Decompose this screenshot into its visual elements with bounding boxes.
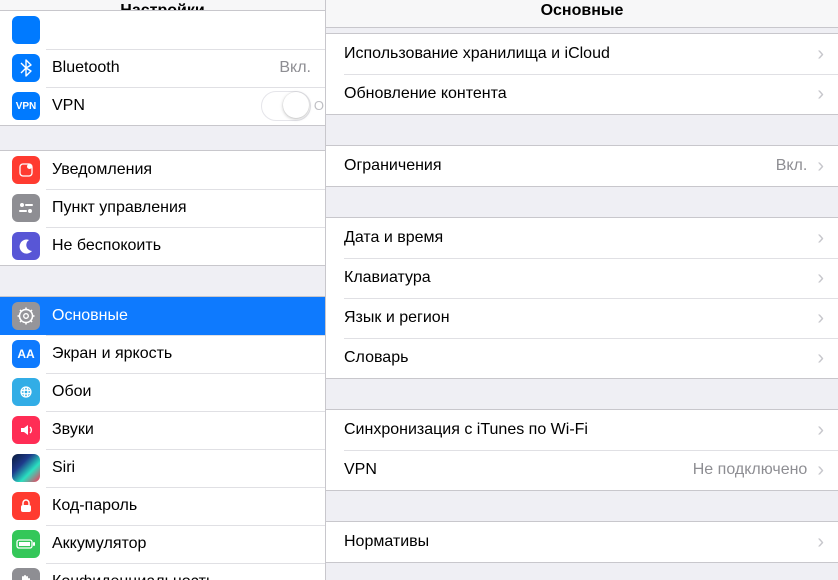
detail-item-label: Ограничения <box>344 157 768 175</box>
sidebar-item-bluetooth[interactable]: Bluetooth Вкл. <box>0 49 325 87</box>
chevron-right-icon: › <box>817 348 824 368</box>
chevron-right-icon: › <box>817 84 824 104</box>
detail-list[interactable]: Использование хранилища и iCloud › Обнов… <box>326 28 838 580</box>
detail-item-dictionary[interactable]: Словарь › <box>326 338 838 378</box>
bluetooth-icon <box>12 54 40 82</box>
sidebar-item-battery[interactable]: Аккумулятор <box>0 525 325 563</box>
sidebar-item-label: Не беспокоить <box>52 237 311 255</box>
detail-item-regulatory[interactable]: Нормативы › <box>326 522 838 562</box>
chevron-right-icon: › <box>817 44 824 64</box>
wifi-icon <box>12 16 40 44</box>
chevron-right-icon: › <box>817 420 824 440</box>
sidebar-item-label: Обои <box>52 383 311 401</box>
lock-icon <box>12 492 40 520</box>
sidebar-item-siri[interactable]: Siri <box>0 449 325 487</box>
detail-item-itunes-sync[interactable]: Синхронизация с iTunes по Wi-Fi › <box>326 410 838 450</box>
chevron-right-icon: › <box>817 228 824 248</box>
moon-icon <box>12 232 40 260</box>
sidebar-item-dnd[interactable]: Не беспокоить <box>0 227 325 265</box>
detail-item-vpn[interactable]: VPN Не подключено › <box>326 450 838 490</box>
detail-item-label: Дата и время <box>344 229 807 247</box>
siri-icon <box>12 454 40 482</box>
sidebar-item-wallpaper[interactable]: Обои <box>0 373 325 411</box>
chevron-right-icon: › <box>817 268 824 288</box>
sidebar-item-label: Экран и яркость <box>52 345 311 363</box>
sidebar-item-general[interactable]: Основные <box>0 297 325 335</box>
sidebar-item-label: Основные <box>52 307 311 325</box>
sidebar-item-value: Вкл. <box>279 59 311 77</box>
sidebar-list[interactable]: Bluetooth Вкл. VPN VPN Уведомления <box>0 10 325 580</box>
battery-icon <box>12 530 40 558</box>
chevron-right-icon: › <box>817 308 824 328</box>
sidebar-item-notifications[interactable]: Уведомления <box>0 151 325 189</box>
detail-panel: Основные Использование хранилища и iClou… <box>326 0 838 580</box>
sidebar-item-label: Код-пароль <box>52 497 311 515</box>
detail-item-label: VPN <box>344 461 685 479</box>
sidebar-item-label: Пункт управления <box>52 199 311 217</box>
detail-item-label: Словарь <box>344 349 807 367</box>
detail-item-label: Язык и регион <box>344 309 807 327</box>
detail-item-label: Обновление контента <box>344 85 807 103</box>
control-center-icon <box>12 194 40 222</box>
sidebar-item-control-center[interactable]: Пункт управления <box>0 189 325 227</box>
wallpaper-icon <box>12 378 40 406</box>
vpn-toggle[interactable] <box>261 91 311 121</box>
sidebar-item-label: Siri <box>52 459 311 477</box>
chevron-right-icon: › <box>817 532 824 552</box>
detail-item-label: Клавиатура <box>344 269 807 287</box>
sidebar-item-sounds[interactable]: Звуки <box>0 411 325 449</box>
chevron-right-icon: › <box>817 460 824 480</box>
chevron-right-icon: › <box>817 156 824 176</box>
detail-item-label: Нормативы <box>344 533 807 551</box>
sidebar-item-label: Звуки <box>52 421 311 439</box>
detail-item-language[interactable]: Язык и регион › <box>326 298 838 338</box>
sidebar-item-label: Уведомления <box>52 161 311 179</box>
gear-icon <box>12 302 40 330</box>
sidebar-item-label: Аккумулятор <box>52 535 311 553</box>
detail-item-value: Не подключено <box>693 461 808 479</box>
detail-item-label: Синхронизация с iTunes по Wi-Fi <box>344 421 807 439</box>
sidebar-item-vpn[interactable]: VPN VPN <box>0 87 325 125</box>
detail-item-restrictions[interactable]: Ограничения Вкл. › <box>326 146 838 186</box>
detail-item-keyboard[interactable]: Клавиатура › <box>326 258 838 298</box>
detail-item-refresh[interactable]: Обновление контента › <box>326 74 838 114</box>
sidebar-item-display[interactable]: AA Экран и яркость <box>0 335 325 373</box>
sidebar-item-privacy[interactable]: Конфиденциальность <box>0 563 325 580</box>
display-icon: AA <box>12 340 40 368</box>
notifications-icon <box>12 156 40 184</box>
sidebar-item-label: VPN <box>52 97 261 115</box>
vpn-icon: VPN <box>12 92 40 120</box>
privacy-icon <box>12 568 40 580</box>
sounds-icon <box>12 416 40 444</box>
detail-title: Основные <box>326 0 838 28</box>
sidebar-item-label: Конфиденциальность <box>52 573 311 580</box>
detail-item-datetime[interactable]: Дата и время › <box>326 218 838 258</box>
detail-item-label: Использование хранилища и iCloud <box>344 45 807 63</box>
detail-item-value: Вкл. <box>776 157 808 175</box>
detail-item-storage[interactable]: Использование хранилища и iCloud › <box>326 34 838 74</box>
settings-sidebar: Настройки Bluetooth Вкл. VPN VPN <box>0 0 326 580</box>
sidebar-item-passcode[interactable]: Код-пароль <box>0 487 325 525</box>
sidebar-item-label: Bluetooth <box>52 59 271 77</box>
sidebar-item-partial[interactable] <box>0 11 325 49</box>
